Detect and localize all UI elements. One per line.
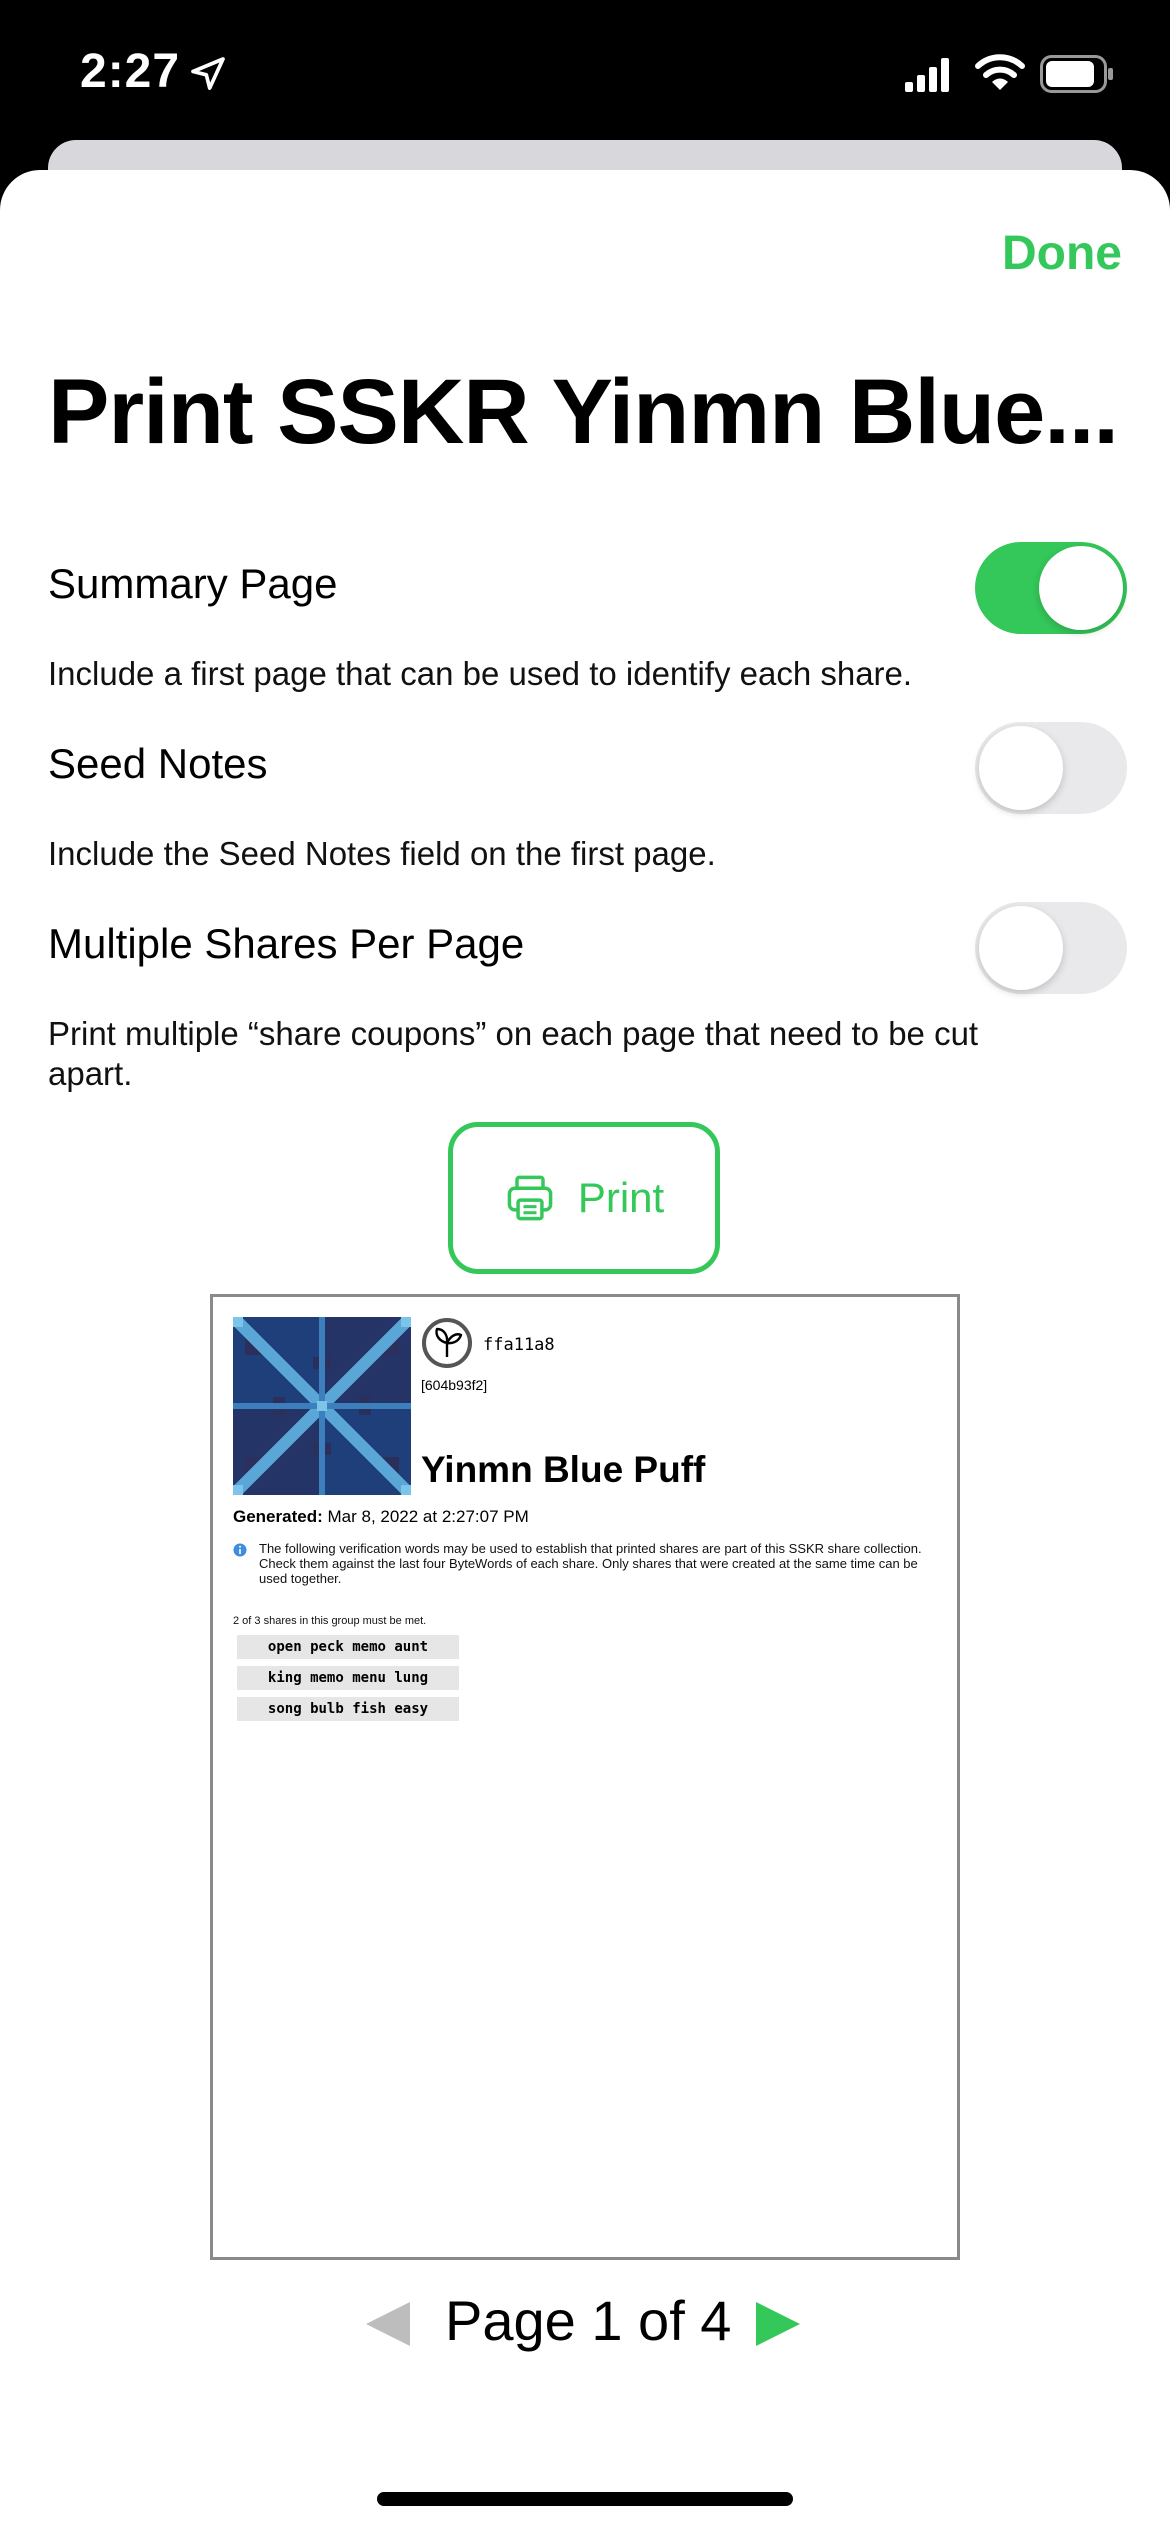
toggle-knob [979,906,1063,990]
print-button[interactable]: Print [448,1122,720,1274]
next-page-icon[interactable] [752,2298,804,2350]
toggle-knob [979,726,1063,810]
verification-word-row: king memo menu lung [237,1666,459,1690]
toggle-knob [1039,546,1123,630]
status-time: 2:27 [80,45,181,98]
seed-id: [604b93f2] [421,1377,488,1393]
seed-fingerprint: ffa11a8 [483,1335,555,1355]
verification-text: The following verification words may be … [259,1541,922,1586]
done-button[interactable]: Done [1002,226,1122,281]
seed-lifehash-image [233,1317,411,1495]
status-bar: 2:27 [0,0,1170,140]
seed-notes-toggle[interactable] [975,722,1127,814]
seed-notes-label: Seed Notes [48,740,268,787]
threshold-text: 2 of 3 shares in this group must be met. [233,1615,427,1627]
print-sheet: Done Print SSKR Yinmn Blue... Summary Pa… [0,170,1170,2532]
info-icon [233,1543,247,1557]
verification-word-row: song bulb fish easy [237,1697,459,1721]
summary-page-toggle[interactable] [975,542,1127,634]
seed-notes-description: Include the Seed Notes field on the firs… [48,835,716,872]
generated-timestamp: Generated: Mar 8, 2022 at 2:27:07 PM [233,1507,529,1527]
summary-page-label: Summary Page [48,560,338,607]
generated-label: Generated: [233,1507,323,1526]
printer-icon [507,1175,553,1221]
page-title: Print SSKR Yinmn Blue... [48,361,1119,463]
seed-leaf-icon [422,1318,472,1368]
location-arrow-icon [191,57,225,90]
multiple-shares-description: Print multiple “share coupons” on each p… [48,1015,979,1092]
generated-value: Mar 8, 2022 at 2:27:07 PM [327,1507,529,1526]
multiple-shares-toggle[interactable] [975,902,1127,994]
seed-name: Yinmn Blue Puff [421,1449,706,1490]
battery-icon [1040,55,1113,93]
summary-page-description: Include a first page that can be used to… [48,655,913,692]
print-preview-page: ffa11a8 [604b93f2] Yinmn Blue Puff Gener… [210,1294,960,2260]
multiple-shares-label: Multiple Shares Per Page [48,920,525,967]
page-indicator: Page 1 of 4 [445,2289,732,2352]
previous-page-icon[interactable] [362,2298,414,2350]
home-indicator [377,2492,793,2506]
verification-words-list: open peck memo aunt king memo menu lung … [237,1635,459,1728]
verification-word-row: open peck memo aunt [237,1635,459,1659]
print-button-label: Print [577,1174,665,1221]
wifi-icon [975,54,1025,90]
cellular-signal-icon [905,58,949,92]
